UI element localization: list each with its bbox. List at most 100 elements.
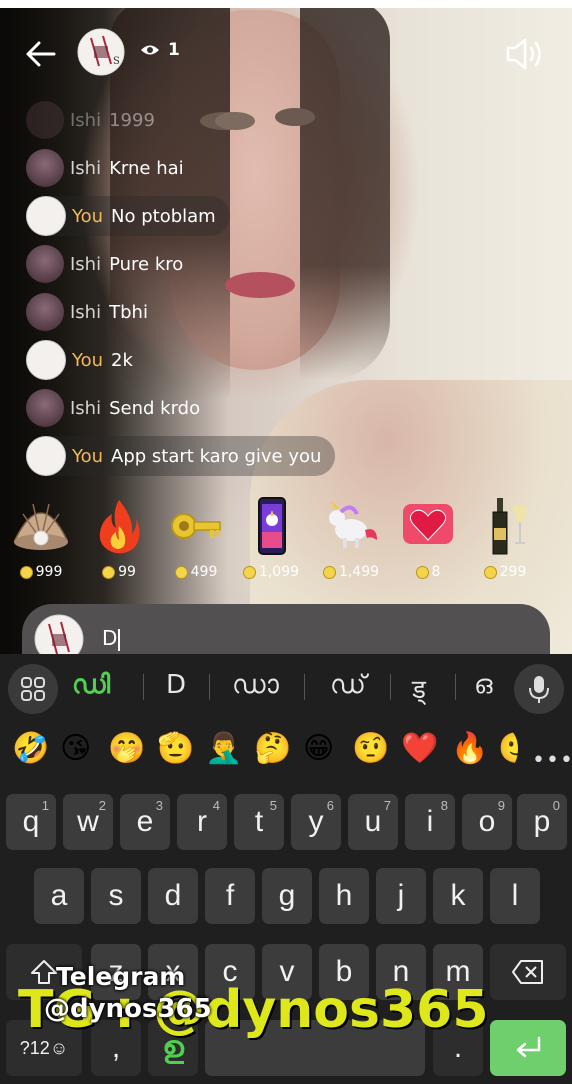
- gift-price: 99: [118, 564, 136, 580]
- coin-icon: [322, 565, 336, 579]
- key-p[interactable]: p0: [517, 794, 567, 850]
- chat-sender-name: Ishi: [70, 253, 102, 275]
- emoji-key[interactable]: 🤔: [254, 730, 292, 768]
- coin-icon: [415, 565, 429, 579]
- key-f[interactable]: f: [205, 868, 255, 924]
- gift-fire[interactable]: 99: [80, 496, 158, 586]
- emoji-key[interactable]: 😘: [60, 730, 98, 768]
- gift-champagne[interactable]: 299: [466, 496, 544, 586]
- microphone-icon: [529, 676, 549, 703]
- key-w[interactable]: w2: [63, 794, 113, 850]
- key-e[interactable]: e3: [120, 794, 170, 850]
- key-icon: [171, 513, 221, 539]
- emoji-key[interactable]: 🤦‍♂️: [205, 730, 243, 768]
- gift-price: 8: [431, 564, 441, 580]
- heart-icon: [403, 504, 453, 544]
- key-j[interactable]: j: [376, 868, 426, 924]
- suggestion-4[interactable]: ഡ്: [330, 670, 366, 701]
- voice-input-button[interactable]: [514, 664, 564, 714]
- emoji-key[interactable]: 🤭: [108, 730, 146, 768]
- host-avatar[interactable]: S: [77, 28, 125, 76]
- enter-key[interactable]: [490, 1020, 566, 1076]
- gift-price: 999: [35, 564, 63, 580]
- coin-icon: [242, 565, 256, 579]
- pearl-shell-icon: [13, 503, 69, 550]
- key-i[interactable]: i8: [405, 794, 455, 850]
- chat-sender-name: You: [72, 445, 104, 467]
- text-caret: [118, 628, 121, 651]
- key-h[interactable]: h: [319, 868, 369, 924]
- phone-unicorn-icon: [258, 497, 286, 555]
- gift-price: 299: [499, 564, 527, 580]
- suggestion-5[interactable]: ड्: [412, 670, 426, 706]
- suggestion-3[interactable]: ഡാ: [232, 670, 279, 701]
- comment-input[interactable]: D: [102, 626, 121, 651]
- chat-message-text: App start karo give you: [111, 445, 322, 467]
- eye-icon: [141, 45, 159, 55]
- gift-flying-unicorn[interactable]: 1,499: [312, 496, 390, 586]
- suggestion-6[interactable]: ഒ: [474, 670, 493, 701]
- fire-icon: [99, 500, 140, 554]
- key-s[interactable]: s: [91, 868, 141, 924]
- emoji-key[interactable]: 🙂: [498, 730, 518, 768]
- key-l[interactable]: l: [490, 868, 540, 924]
- chat-message-text: Tbhi: [109, 301, 148, 323]
- chat-message-text: 2k: [111, 349, 133, 371]
- svg-text:S: S: [113, 56, 120, 67]
- backspace-key[interactable]: [490, 944, 566, 1000]
- gift-key[interactable]: 499: [157, 496, 235, 586]
- emoji-key[interactable]: 🤣: [12, 730, 50, 768]
- suggestion-1[interactable]: ഡി: [72, 670, 110, 701]
- key-k[interactable]: k: [433, 868, 483, 924]
- chat-avatar: [26, 340, 66, 380]
- chat-message: Ishi Tbhi: [26, 292, 162, 332]
- emoji-strip: 🤣 😘 🤭 🫡 🤦‍♂️ 🤔 😁 🤨 ❤️ 🔥 🙂 •••: [0, 724, 572, 776]
- key-g[interactable]: g: [262, 868, 312, 924]
- suggestion-strip: ഡി D ഡാ ഡ് ड् ഒ: [0, 654, 572, 722]
- gift-price: 1,099: [258, 564, 300, 580]
- back-arrow-icon[interactable]: [24, 38, 58, 70]
- chat-avatar: [26, 245, 64, 283]
- chat-message-text: 1999: [109, 109, 155, 131]
- gift-price: 1,499: [338, 564, 380, 580]
- chat-avatar: [26, 101, 64, 139]
- speaker-icon[interactable]: [504, 36, 546, 72]
- chat-message-text: No ptoblam: [111, 205, 216, 227]
- champagne-icon: [492, 498, 527, 555]
- key-o[interactable]: o9: [462, 794, 512, 850]
- chat-avatar: [26, 196, 66, 236]
- emoji-key[interactable]: 🤨: [352, 730, 390, 768]
- chat-message-text: Send krdo: [109, 397, 201, 419]
- chat-avatar: [26, 293, 64, 331]
- gift-heart[interactable]: 8: [389, 496, 467, 586]
- more-emoji-icon[interactable]: •••: [532, 748, 572, 773]
- coin-icon: [102, 565, 116, 579]
- viewer-count: 1: [168, 40, 180, 60]
- gift-price: 499: [190, 564, 218, 580]
- key-q[interactable]: q1: [6, 794, 56, 850]
- chat-message: You No ptoblam: [26, 196, 230, 236]
- suggestion-2[interactable]: D: [166, 670, 186, 700]
- emoji-key[interactable]: 😁: [303, 730, 341, 768]
- chat-sender-name: Ishi: [70, 109, 102, 131]
- coin-icon: [174, 565, 188, 579]
- key-r[interactable]: r4: [177, 794, 227, 850]
- gift-phone-unicorn[interactable]: 1,099: [232, 496, 310, 586]
- key-y[interactable]: y6: [291, 794, 341, 850]
- emoji-key[interactable]: ❤️: [401, 730, 439, 768]
- chat-message: Ishi Krne hai: [26, 148, 198, 188]
- key-t[interactable]: t5: [234, 794, 284, 850]
- gift-pearl-shell[interactable]: 999: [2, 496, 80, 586]
- chat-sender-name: Ishi: [70, 157, 102, 179]
- chat-avatar: [26, 436, 66, 476]
- emoji-key[interactable]: 🔥: [451, 730, 489, 768]
- chat-message: Ishi 1999: [26, 100, 169, 140]
- gift-bar: 999 99 499 1,099 1,499 8 299: [0, 496, 572, 586]
- key-d[interactable]: d: [148, 868, 198, 924]
- key-a[interactable]: a: [34, 868, 84, 924]
- apps-grid-button[interactable]: [8, 664, 58, 714]
- key-u[interactable]: u7: [348, 794, 398, 850]
- chat-sender-name: You: [72, 349, 104, 371]
- watermark-telegram: Telegram: [56, 962, 186, 991]
- emoji-key[interactable]: 🫡: [157, 730, 195, 768]
